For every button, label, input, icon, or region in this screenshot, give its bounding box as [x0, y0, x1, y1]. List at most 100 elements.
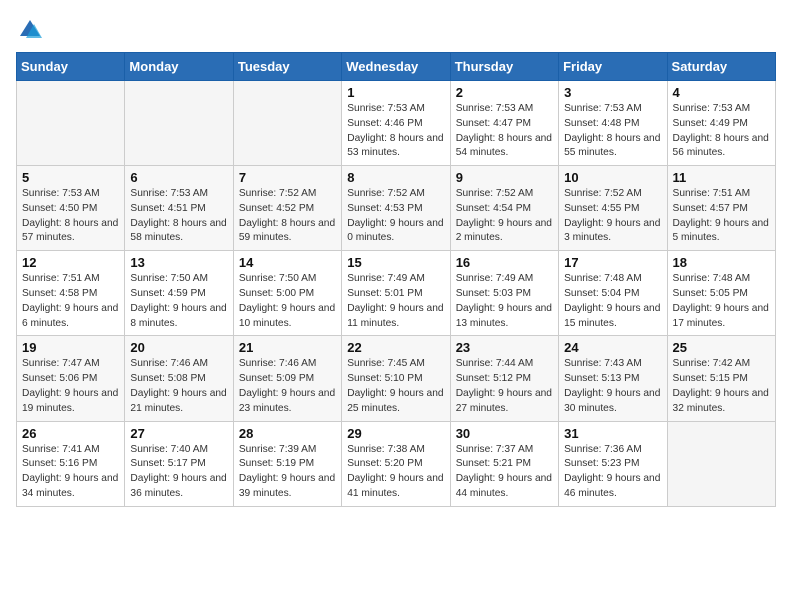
calendar-cell: [17, 81, 125, 166]
weekday-header-friday: Friday: [559, 53, 667, 81]
logo: [16, 16, 48, 44]
day-info: Sunrise: 7:38 AM Sunset: 5:20 PM Dayligh…: [347, 443, 444, 502]
calendar-cell: 13Sunrise: 7:50 AM Sunset: 4:59 PM Dayli…: [125, 251, 233, 336]
calendar-cell: 7 Sunrise: 7:52 AM Sunset: 4:52 PM Daylig…: [233, 166, 341, 251]
day-info: Sunrise: 7:53 AM Sunset: 4:50 PM Dayligh…: [22, 187, 119, 246]
day-number: 10: [564, 170, 661, 185]
day-info: Sunrise: 7:50 AM Sunset: 5:00 PM Dayligh…: [239, 272, 336, 331]
day-number: 27: [130, 426, 227, 441]
day-number: 24: [564, 340, 661, 355]
calendar-cell: 20Sunrise: 7:46 AM Sunset: 5:08 PM Dayli…: [125, 336, 233, 421]
day-info: Sunrise: 7:46 AM Sunset: 5:08 PM Dayligh…: [130, 357, 227, 416]
calendar-cell: 30 Sunrise: 7:37 AM Sunset: 5:21 PM Dayli…: [450, 421, 558, 506]
weekday-header-wednesday: Wednesday: [342, 53, 450, 81]
day-number: 19: [22, 340, 119, 355]
calendar-cell: 25 Sunrise: 7:42 AM Sunset: 5:15 PM Dayli…: [667, 336, 775, 421]
day-number: 5: [22, 170, 119, 185]
day-info: Sunrise: 7:52 AM Sunset: 4:54 PM Dayligh…: [456, 187, 553, 246]
day-info: Sunrise: 7:43 AM Sunset: 5:13 PM Dayligh…: [564, 357, 661, 416]
day-number: 4: [673, 85, 770, 100]
day-info: Sunrise: 7:53 AM Sunset: 4:51 PM Dayligh…: [130, 187, 227, 246]
logo-icon: [16, 16, 44, 44]
calendar-week-row: 19 Sunrise: 7:47 AM Sunset: 5:06 PM Dayli…: [17, 336, 776, 421]
calendar-cell: 23Sunrise: 7:44 AM Sunset: 5:12 PM Dayli…: [450, 336, 558, 421]
weekday-header-thursday: Thursday: [450, 53, 558, 81]
calendar-cell: 11 Sunrise: 7:51 AM Sunset: 4:57 PM Dayli…: [667, 166, 775, 251]
day-number: 7: [239, 170, 336, 185]
day-number: 18: [673, 255, 770, 270]
day-info: Sunrise: 7:50 AM Sunset: 4:59 PM Dayligh…: [130, 272, 227, 331]
day-info: Sunrise: 7:40 AM Sunset: 5:17 PM Dayligh…: [130, 443, 227, 502]
day-info: Sunrise: 7:53 AM Sunset: 4:48 PM Dayligh…: [564, 102, 661, 161]
weekday-header-saturday: Saturday: [667, 53, 775, 81]
calendar-cell: 29 Sunrise: 7:38 AM Sunset: 5:20 PM Dayli…: [342, 421, 450, 506]
day-info: Sunrise: 7:41 AM Sunset: 5:16 PM Dayligh…: [22, 443, 119, 502]
day-info: Sunrise: 7:47 AM Sunset: 5:06 PM Dayligh…: [22, 357, 119, 416]
day-info: Sunrise: 7:52 AM Sunset: 4:55 PM Dayligh…: [564, 187, 661, 246]
day-number: 16: [456, 255, 553, 270]
day-number: 3: [564, 85, 661, 100]
calendar-cell: [125, 81, 233, 166]
day-number: 9: [456, 170, 553, 185]
day-info: Sunrise: 7:36 AM Sunset: 5:23 PM Dayligh…: [564, 443, 661, 502]
calendar-week-row: 5 Sunrise: 7:53 AM Sunset: 4:50 PM Daylig…: [17, 166, 776, 251]
day-number: 23: [456, 340, 553, 355]
day-number: 6: [130, 170, 227, 185]
calendar-cell: 19 Sunrise: 7:47 AM Sunset: 5:06 PM Dayli…: [17, 336, 125, 421]
calendar-cell: [667, 421, 775, 506]
day-info: Sunrise: 7:51 AM Sunset: 4:57 PM Dayligh…: [673, 187, 770, 246]
day-number: 22: [347, 340, 444, 355]
calendar-table: SundayMondayTuesdayWednesdayThursdayFrid…: [16, 52, 776, 507]
page-header: [16, 16, 776, 44]
calendar-cell: 16 Sunrise: 7:49 AM Sunset: 5:03 PM Dayli…: [450, 251, 558, 336]
day-number: 25: [673, 340, 770, 355]
day-number: 2: [456, 85, 553, 100]
day-info: Sunrise: 7:53 AM Sunset: 4:49 PM Dayligh…: [673, 102, 770, 161]
day-info: Sunrise: 7:39 AM Sunset: 5:19 PM Dayligh…: [239, 443, 336, 502]
calendar-cell: 27 Sunrise: 7:40 AM Sunset: 5:17 PM Dayli…: [125, 421, 233, 506]
calendar-cell: 31 Sunrise: 7:36 AM Sunset: 5:23 PM Dayli…: [559, 421, 667, 506]
calendar-cell: 18 Sunrise: 7:48 AM Sunset: 5:05 PM Dayli…: [667, 251, 775, 336]
weekday-header-monday: Monday: [125, 53, 233, 81]
day-info: Sunrise: 7:49 AM Sunset: 5:03 PM Dayligh…: [456, 272, 553, 331]
calendar-cell: 1Sunrise: 7:53 AM Sunset: 4:46 PM Daylig…: [342, 81, 450, 166]
day-info: Sunrise: 7:53 AM Sunset: 4:47 PM Dayligh…: [456, 102, 553, 161]
day-number: 30: [456, 426, 553, 441]
day-info: Sunrise: 7:48 AM Sunset: 5:04 PM Dayligh…: [564, 272, 661, 331]
calendar-cell: 21 Sunrise: 7:46 AM Sunset: 5:09 PM Dayli…: [233, 336, 341, 421]
calendar-week-row: 26 Sunrise: 7:41 AM Sunset: 5:16 PM Dayli…: [17, 421, 776, 506]
day-number: 14: [239, 255, 336, 270]
day-number: 12: [22, 255, 119, 270]
day-number: 26: [22, 426, 119, 441]
day-info: Sunrise: 7:49 AM Sunset: 5:01 PM Dayligh…: [347, 272, 444, 331]
calendar-week-row: 12 Sunrise: 7:51 AM Sunset: 4:58 PM Dayli…: [17, 251, 776, 336]
day-number: 21: [239, 340, 336, 355]
day-number: 15: [347, 255, 444, 270]
day-info: Sunrise: 7:53 AM Sunset: 4:46 PM Dayligh…: [347, 102, 444, 161]
calendar-cell: [233, 81, 341, 166]
weekday-header-sunday: Sunday: [17, 53, 125, 81]
weekday-header-row: SundayMondayTuesdayWednesdayThursdayFrid…: [17, 53, 776, 81]
calendar-cell: 14 Sunrise: 7:50 AM Sunset: 5:00 PM Dayli…: [233, 251, 341, 336]
calendar-cell: 3 Sunrise: 7:53 AM Sunset: 4:48 PM Daylig…: [559, 81, 667, 166]
day-number: 31: [564, 426, 661, 441]
day-number: 29: [347, 426, 444, 441]
calendar-cell: 5 Sunrise: 7:53 AM Sunset: 4:50 PM Daylig…: [17, 166, 125, 251]
calendar-cell: 22Sunrise: 7:45 AM Sunset: 5:10 PM Dayli…: [342, 336, 450, 421]
calendar-cell: 8Sunrise: 7:52 AM Sunset: 4:53 PM Daylig…: [342, 166, 450, 251]
day-info: Sunrise: 7:52 AM Sunset: 4:53 PM Dayligh…: [347, 187, 444, 246]
calendar-cell: 2 Sunrise: 7:53 AM Sunset: 4:47 PM Daylig…: [450, 81, 558, 166]
calendar-cell: 12 Sunrise: 7:51 AM Sunset: 4:58 PM Dayli…: [17, 251, 125, 336]
calendar-cell: 9 Sunrise: 7:52 AM Sunset: 4:54 PM Daylig…: [450, 166, 558, 251]
calendar-cell: 24 Sunrise: 7:43 AM Sunset: 5:13 PM Dayli…: [559, 336, 667, 421]
day-info: Sunrise: 7:52 AM Sunset: 4:52 PM Dayligh…: [239, 187, 336, 246]
day-info: Sunrise: 7:51 AM Sunset: 4:58 PM Dayligh…: [22, 272, 119, 331]
calendar-cell: 28Sunrise: 7:39 AM Sunset: 5:19 PM Dayli…: [233, 421, 341, 506]
calendar-cell: 17Sunrise: 7:48 AM Sunset: 5:04 PM Dayli…: [559, 251, 667, 336]
day-info: Sunrise: 7:37 AM Sunset: 5:21 PM Dayligh…: [456, 443, 553, 502]
day-info: Sunrise: 7:48 AM Sunset: 5:05 PM Dayligh…: [673, 272, 770, 331]
day-info: Sunrise: 7:46 AM Sunset: 5:09 PM Dayligh…: [239, 357, 336, 416]
day-info: Sunrise: 7:42 AM Sunset: 5:15 PM Dayligh…: [673, 357, 770, 416]
day-number: 11: [673, 170, 770, 185]
calendar-cell: 26 Sunrise: 7:41 AM Sunset: 5:16 PM Dayli…: [17, 421, 125, 506]
